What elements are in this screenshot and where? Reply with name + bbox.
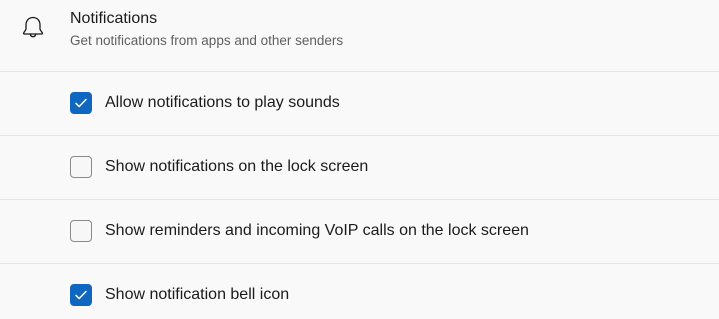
option-row-reminders-voip[interactable]: Show reminders and incoming VoIP calls o… — [0, 200, 719, 264]
option-row-lock-screen[interactable]: Show notifications on the lock screen — [0, 136, 719, 200]
notifications-header[interactable]: Notifications Get notifications from app… — [0, 0, 719, 72]
option-row-bell-icon[interactable]: Show notification bell icon — [0, 264, 719, 319]
checkbox-lock-screen[interactable] — [70, 156, 92, 178]
option-label: Show notification bell icon — [105, 286, 290, 303]
option-label: Show notifications on the lock screen — [105, 158, 369, 175]
checkbox-reminders-voip[interactable] — [70, 220, 92, 242]
notifications-settings-panel: Notifications Get notifications from app… — [0, 0, 719, 319]
option-row-play-sounds[interactable]: Allow notifications to play sounds — [0, 72, 719, 136]
option-label: Show reminders and incoming VoIP calls o… — [105, 222, 529, 239]
checkmark-icon — [75, 98, 87, 108]
checkbox-bell-icon[interactable] — [70, 284, 92, 306]
checkbox-play-sounds[interactable] — [70, 92, 92, 114]
section-title: Notifications — [70, 10, 158, 27]
bell-icon — [18, 12, 48, 42]
checkmark-icon — [75, 290, 87, 300]
section-subtitle: Get notifications from apps and other se… — [70, 33, 344, 48]
option-label: Allow notifications to play sounds — [105, 94, 340, 111]
